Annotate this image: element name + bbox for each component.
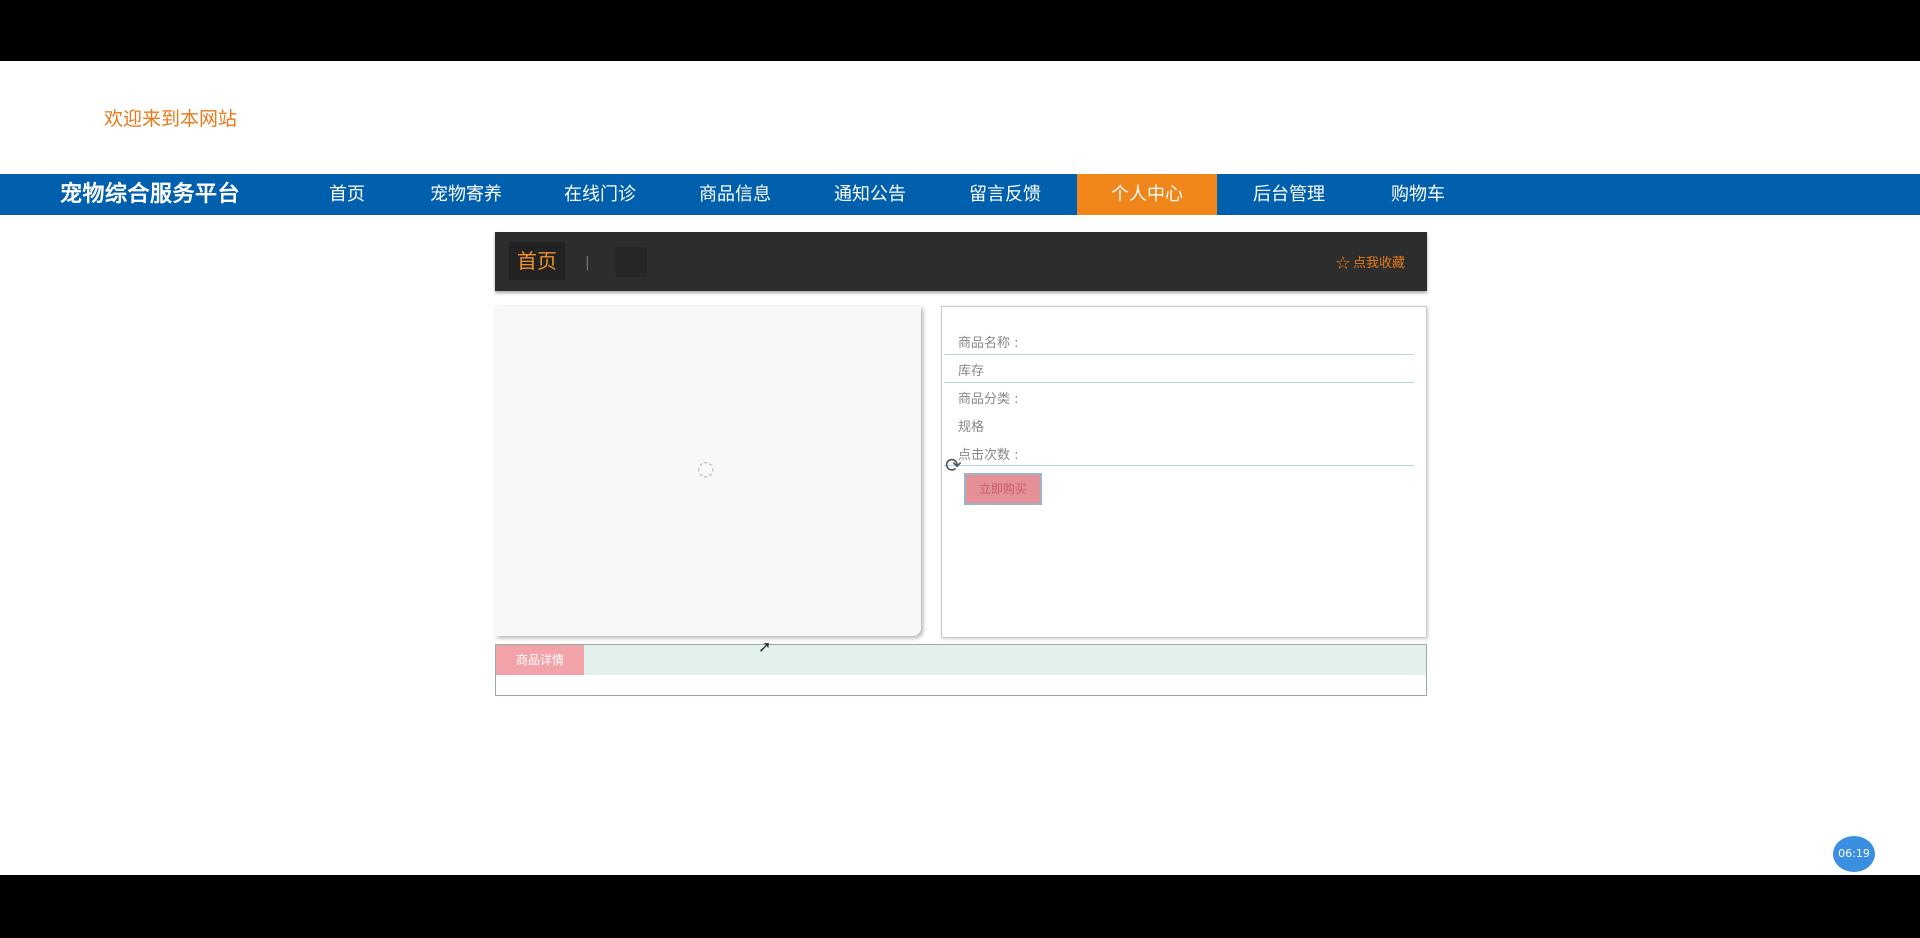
divider [944,465,1414,466]
video-letterbox-top [0,0,1920,61]
nav-item-admin[interactable]: 后台管理 [1242,174,1336,215]
spec-label: 规格 [958,420,985,435]
nav-item-feedback[interactable]: 留言反馈 [958,174,1052,215]
breadcrumb-separator: | [585,255,590,271]
nav-item-products[interactable]: 商品信息 [688,174,782,215]
breadcrumb-bar: 首页 | ☆ 点我收藏 [495,232,1427,291]
product-name-label: 商品名称 : [958,336,1019,351]
nav-item-personal-center[interactable]: 个人中心 [1077,174,1217,215]
click-count-label: 点击次数 : [958,448,1019,463]
mouse-cursor-icon: ➚ [758,637,772,656]
nav-item-pet-boarding[interactable]: 宠物寄养 [419,174,513,215]
welcome-text: 欢迎来到本网站 [104,108,238,130]
favorite-label: 点我收藏 [1352,256,1405,271]
main-nav: 宠物综合服务平台 首页 宠物寄养 在线门诊 商品信息 通知公告 留言反馈 个人中… [0,174,1920,215]
time-badge: 06:19 [1833,836,1875,872]
tab-product-detail[interactable]: 商品详情 [496,645,584,675]
nav-item-cart[interactable]: 购物车 [1380,174,1456,215]
favorite-button[interactable]: ☆ 点我收藏 [1335,252,1405,274]
category-label: 商品分类 : [958,392,1019,407]
divider [944,382,1414,383]
product-detail-section: 商品详情 [495,644,1427,696]
tab-placeholder [615,247,647,277]
tab-home[interactable]: 首页 [509,242,565,280]
detail-tab-strip: 商品详情 [496,645,1426,675]
video-letterbox-bottom [0,875,1920,938]
product-image-panel: ◌ [495,306,921,636]
product-info-panel: 商品名称 : 库存 商品分类 : 规格 点击次数 : ⟳ 立即购买 [941,306,1427,638]
nav-item-home[interactable]: 首页 [313,174,381,215]
site-brand[interactable]: 宠物综合服务平台 [60,174,240,215]
nav-item-notices[interactable]: 通知公告 [823,174,917,215]
divider [944,354,1414,355]
star-icon: ☆ [1334,253,1351,274]
loading-indicator-icon: ⟳ [945,453,962,477]
stock-label: 库存 [958,364,985,379]
buy-button[interactable]: 立即购买 [964,473,1042,505]
nav-item-online-clinic[interactable]: 在线门诊 [553,174,647,215]
page: 欢迎来到本网站 宠物综合服务平台 首页 宠物寄养 在线门诊 商品信息 通知公告 … [0,61,1920,875]
loading-spinner-icon: ◌ [697,456,715,480]
